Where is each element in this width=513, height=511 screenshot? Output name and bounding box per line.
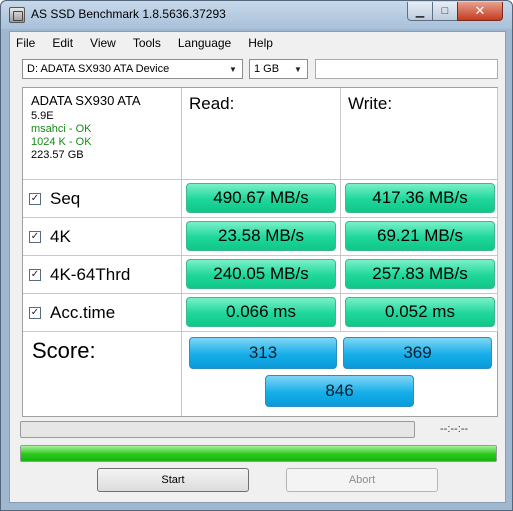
- test-label: Acc.time: [50, 303, 116, 322]
- size-select[interactable]: 1 GB ▼: [249, 59, 308, 79]
- overall-progress-bar: [20, 445, 497, 462]
- maximize-icon: □: [441, 5, 449, 17]
- read-score: 313: [189, 337, 337, 369]
- window-title: AS SSD Benchmark 1.8.5636.37293: [31, 7, 226, 21]
- acc-time-read-result: 0.066 ms: [186, 297, 336, 327]
- 4k-read-result: 23.58 MB/s: [186, 221, 336, 251]
- chevron-down-icon: ▼: [229, 64, 237, 74]
- checkbox-4k[interactable]: ✓: [29, 231, 41, 243]
- menu-tools[interactable]: Tools: [133, 36, 161, 50]
- score-label: Score:: [32, 338, 96, 363]
- menu-view[interactable]: View: [90, 36, 116, 50]
- checkbox-acc-time[interactable]: ✓: [29, 307, 41, 319]
- device-select[interactable]: D: ADATA SX930 ATA Device ▼: [22, 59, 243, 79]
- test-4k[interactable]: ✓ 4K: [29, 224, 71, 250]
- menu-language[interactable]: Language: [178, 36, 231, 50]
- extra-text-field[interactable]: [315, 59, 498, 79]
- drive-name: ADATA SX930 ATA: [31, 93, 141, 108]
- test-label: Seq: [50, 189, 81, 208]
- abort-button[interactable]: Abort: [286, 468, 438, 492]
- device-select-value: D: ADATA SX930 ATA Device: [27, 63, 170, 75]
- 4k-64thrd-write-result: 257.83 MB/s: [345, 259, 495, 289]
- elapsed-timer: --:--:--: [440, 423, 469, 435]
- test-progress-bar: [20, 421, 415, 438]
- test-4k-64thrd[interactable]: ✓ 4K-64Thrd: [29, 262, 130, 288]
- overall-progress-fill: [21, 446, 496, 461]
- close-icon: ✕: [474, 3, 486, 18]
- drive-info: ADATA SX930 ATA 5.9E msahci - OK 1024 K …: [31, 94, 141, 162]
- title-bar[interactable]: AS SSD Benchmark 1.8.5636.37293 ▁ □ ✕: [1, 1, 512, 29]
- 4k-write-result: 69.21 MB/s: [345, 221, 495, 251]
- write-score: 369: [343, 337, 492, 369]
- 4k-64thrd-read-result: 240.05 MB/s: [186, 259, 336, 289]
- minimize-icon: ▁: [415, 5, 425, 18]
- menu-help[interactable]: Help: [248, 36, 273, 50]
- alignment-status: 1024 K - OK: [31, 136, 92, 148]
- size-select-value: 1 GB: [254, 63, 280, 75]
- read-column-header: Read:: [189, 94, 235, 113]
- client-area: File Edit View Tools Language Help D: AD…: [9, 31, 506, 503]
- total-score: 846: [265, 375, 414, 407]
- app-window: AS SSD Benchmark 1.8.5636.37293 ▁ □ ✕ Fi…: [0, 0, 513, 511]
- driver-status: msahci - OK: [31, 123, 92, 135]
- app-icon: [9, 7, 25, 23]
- checkbox-4k-64thrd[interactable]: ✓: [29, 269, 41, 281]
- chevron-down-icon: ▼: [294, 64, 302, 74]
- seq-write-result: 417.36 MB/s: [345, 183, 495, 213]
- checkbox-seq[interactable]: ✓: [29, 193, 41, 205]
- test-seq[interactable]: ✓ Seq: [29, 186, 80, 212]
- drive-firmware: 5.9E: [31, 110, 54, 122]
- checkmark-icon: ✓: [30, 307, 40, 318]
- close-button[interactable]: ✕: [457, 2, 503, 21]
- test-label: 4K-64Thrd: [50, 265, 131, 284]
- acc-time-write-result: 0.052 ms: [345, 297, 495, 327]
- test-label: 4K: [50, 227, 71, 246]
- test-acc-time[interactable]: ✓ Acc.time: [29, 300, 115, 326]
- drive-capacity: 223.57 GB: [31, 149, 84, 161]
- checkmark-icon: ✓: [30, 269, 40, 280]
- menu-file[interactable]: File: [16, 36, 35, 50]
- menu-edit[interactable]: Edit: [52, 36, 73, 50]
- minimize-button[interactable]: ▁: [407, 2, 433, 21]
- start-button[interactable]: Start: [97, 468, 249, 492]
- checkmark-icon: ✓: [30, 193, 40, 204]
- checkmark-icon: ✓: [30, 231, 40, 242]
- menu-bar: File Edit View Tools Language Help: [10, 32, 505, 54]
- seq-read-result: 490.67 MB/s: [186, 183, 336, 213]
- write-column-header: Write:: [348, 94, 393, 113]
- maximize-button[interactable]: □: [432, 2, 458, 21]
